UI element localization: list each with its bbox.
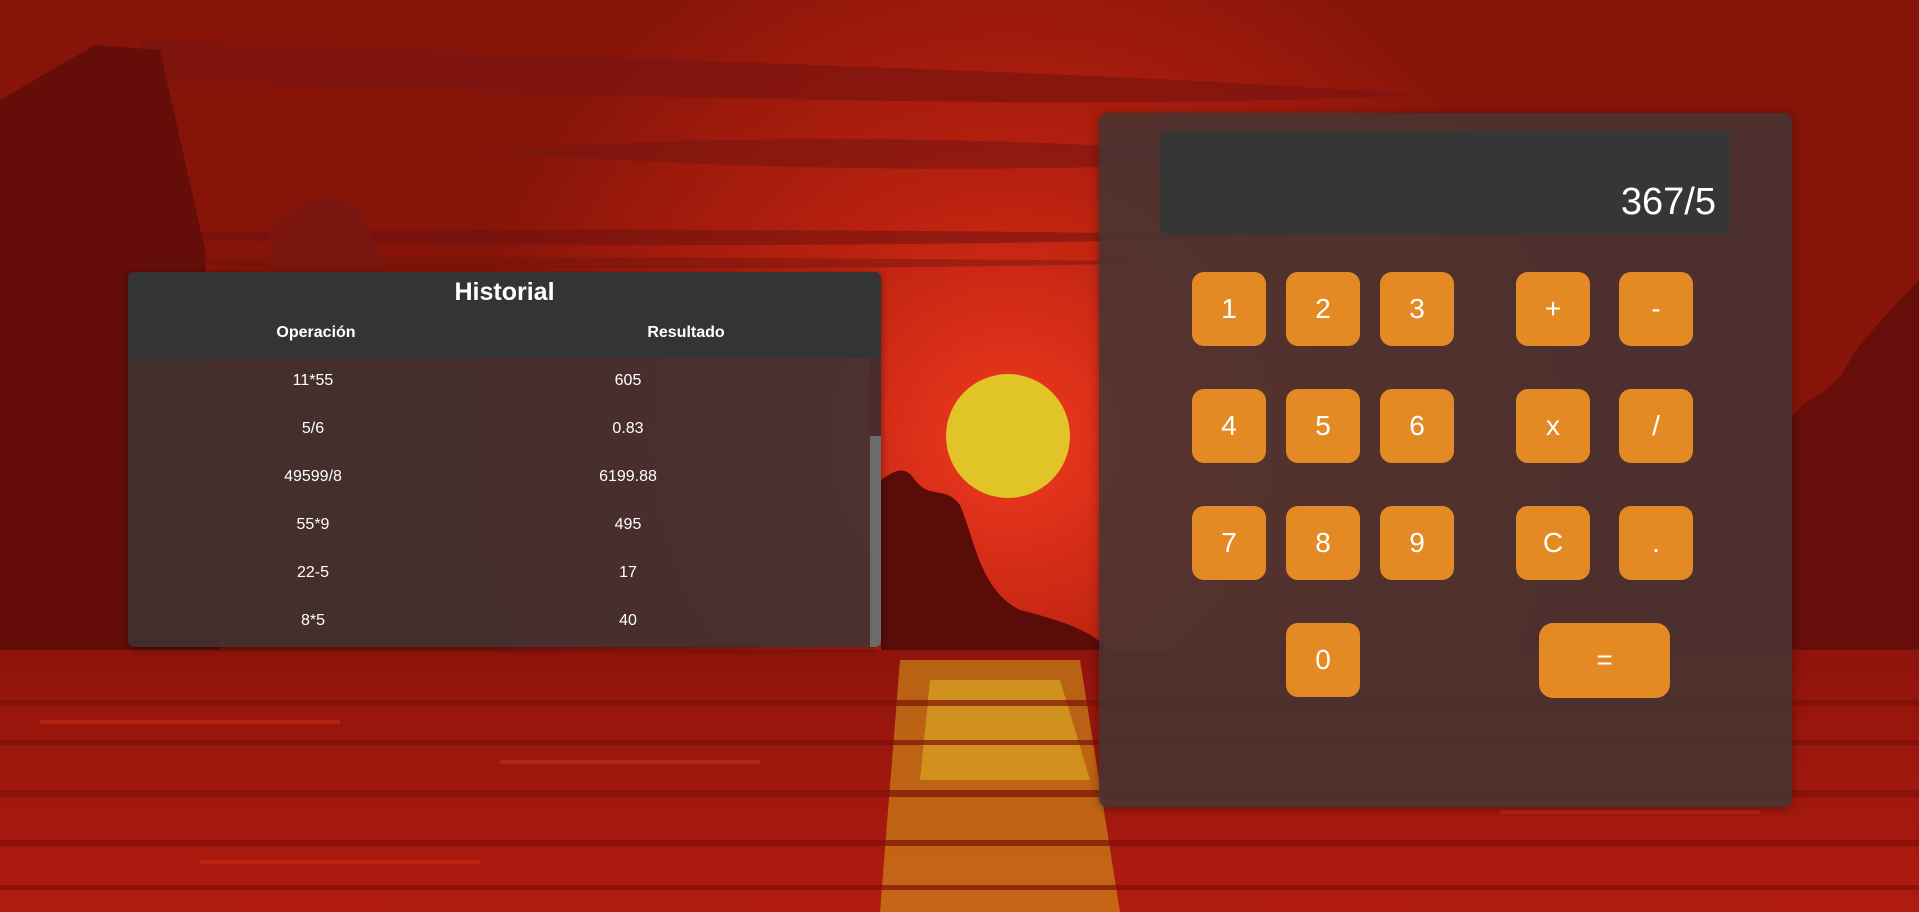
key-2-button[interactable]: 2 [1286,272,1360,346]
divide-button[interactable]: / [1619,389,1693,463]
result-cell: 0.83 [612,420,644,437]
table-row: 11*55 605 [128,358,870,406]
history-table-body: 11*55 605 5/6 0.83 49599/8 6199.88 55*9 … [128,358,870,647]
key-0-button[interactable]: 0 [1286,623,1360,697]
table-row: 22-5 17 [128,550,870,598]
table-row: 49599/8 6199.88 [128,454,870,502]
key-6-button[interactable]: 6 [1380,389,1454,463]
table-row: 5/6 0.83 [128,406,870,454]
key-9-button[interactable]: 9 [1380,506,1454,580]
column-header-result: Resultado [647,324,725,341]
key-8-button[interactable]: 8 [1286,506,1360,580]
result-cell: 605 [614,372,642,389]
history-title: Historial [454,278,555,306]
result-cell: 40 [619,612,637,629]
calculator: 367/5 1 2 3 + - 4 5 6 x / 7 8 9 C . 0 = [1099,113,1792,807]
multiply-button[interactable]: x [1516,389,1590,463]
history-panel: Historial Operación Resultado 11*55 605 … [128,272,881,647]
minus-button[interactable]: - [1619,272,1693,346]
key-4-button[interactable]: 4 [1192,389,1266,463]
calculator-display: 367/5 [1160,131,1730,234]
column-header-operation: Operación [276,324,356,341]
result-cell: 495 [614,516,642,533]
key-1-button[interactable]: 1 [1192,272,1266,346]
history-scrollbar-thumb[interactable] [870,436,881,647]
history-header: Historial Operación Resultado [128,272,881,358]
table-row: 55*9 495 [128,502,870,550]
key-5-button[interactable]: 5 [1286,389,1360,463]
table-row: 8*5 40 [128,598,870,646]
clear-button[interactable]: C [1516,506,1590,580]
key-3-button[interactable]: 3 [1380,272,1454,346]
display-value: 367/5 [1620,181,1716,223]
result-cell: 17 [619,564,637,581]
key-7-button[interactable]: 7 [1192,506,1266,580]
result-cell: 6199.88 [599,468,657,485]
plus-button[interactable]: + [1516,272,1590,346]
decimal-button[interactable]: . [1619,506,1693,580]
equals-button[interactable]: = [1539,623,1670,698]
